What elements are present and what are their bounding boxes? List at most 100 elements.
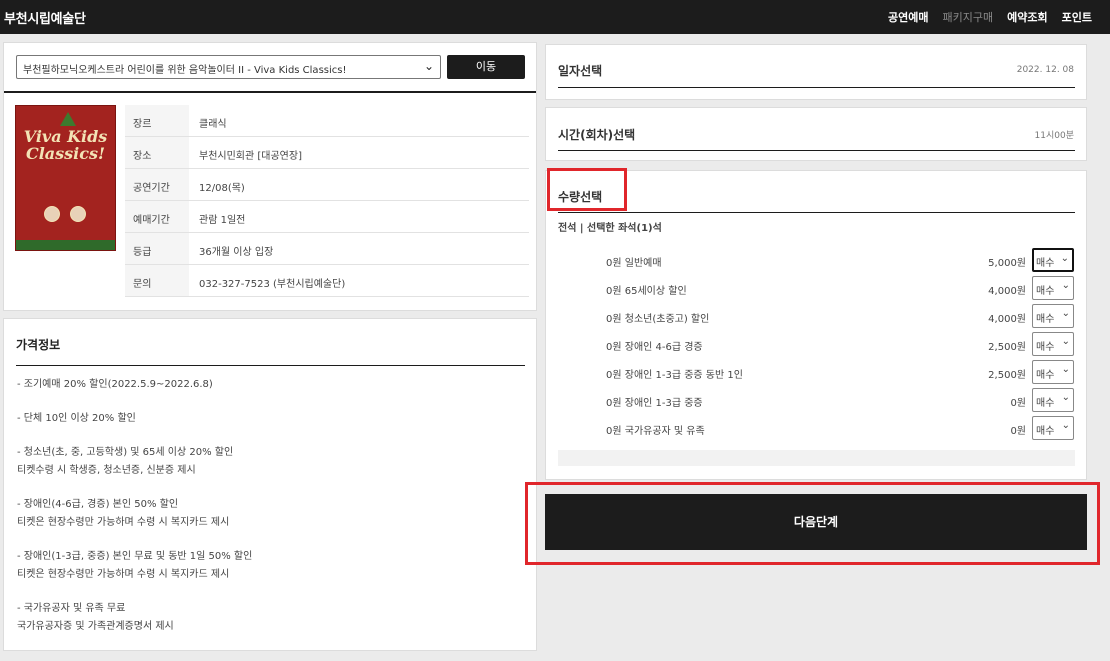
chevron-down-icon: ⌄ <box>423 59 434 73</box>
nav-reservation-lookup[interactable]: 예약조회 <box>1007 9 1047 25</box>
price-info-line: 국가유공자증 및 가족관계증명서 제시 <box>17 621 174 632</box>
ticket-price: 4,000원 <box>988 286 1026 297</box>
chevron-down-icon: ⌄ <box>1061 364 1070 375</box>
seat-summary: 전석 | 선택한 좌석(1)석 <box>558 223 662 234</box>
top-bar: 부천시립예술단 공연예매 패키지구매 예약조회 포인트 <box>0 0 1110 34</box>
price-info-line: - 장애인(1-3급, 중증) 본인 무료 및 동반 1일 50% 할인 <box>17 551 253 562</box>
chevron-down-icon: ⌄ <box>1061 392 1070 403</box>
poster-title: Viva Kids Classics! <box>23 127 108 163</box>
ticket-label: 0원 일반예매 <box>606 258 662 269</box>
chevron-down-icon: ⌄ <box>1060 253 1069 264</box>
info-value: 12/08(목) <box>199 183 245 194</box>
quantity-select[interactable]: 매수 ⌄ <box>1032 360 1074 384</box>
ticket-row: 0원 장애인 1-3급 중증 동반 1인 2,500원 매수 ⌄ <box>606 360 1074 384</box>
price-info-group: - 장애인(4-6급, 경증) 본인 50% 할인 티켓은 현장수령만 가능하며 … <box>17 496 527 532</box>
selected-date: 2022. 12. 08 <box>1016 65 1074 75</box>
ticket-row: 0원 국가유공자 및 유족 0원 매수 ⌄ <box>606 416 1074 440</box>
quantity-select[interactable]: 매수 ⌄ <box>1032 332 1074 356</box>
price-info-title: 가격정보 <box>16 338 61 352</box>
time-section-title: 시간(회차)선택 <box>558 128 636 142</box>
divider <box>16 365 525 366</box>
quantity-select[interactable]: 매수 ⌄ <box>1032 276 1074 300</box>
price-info-group: - 국가유공자 및 유족 무료국가유공자증 및 가족관계증명서 제시 <box>17 600 527 636</box>
price-info-line: - 청소년(초, 중, 고등학생) 및 65세 이상 20% 할인 <box>17 447 234 458</box>
info-value: 부천시민회관 [대공연장] <box>199 151 302 162</box>
quantity-select-value: 매수 <box>1036 426 1055 437</box>
show-select[interactable]: 부천필하모닉오케스트라 어린이를 위한 음악놀이터 II - Viva Kids… <box>16 55 441 79</box>
quantity-select-value: 매수 <box>1036 398 1055 409</box>
nav-ticket-booking[interactable]: 공연예매 <box>888 9 928 25</box>
ticket-price: 4,000원 <box>988 314 1026 325</box>
chevron-down-icon: ⌄ <box>1061 280 1070 291</box>
info-row: 장소 부천시민회관 [대공연장] <box>125 137 529 169</box>
ticket-price: 0원 <box>1010 426 1026 437</box>
price-info-line: - 국가유공자 및 유족 무료 <box>17 603 126 614</box>
info-row: 장르 클래식 <box>125 105 529 137</box>
selected-time: 11시00분 <box>1034 131 1074 141</box>
info-key: 예매기간 <box>125 201 189 232</box>
ticket-row: 0원 장애인 1-3급 중증 0원 매수 ⌄ <box>606 388 1074 412</box>
info-key: 등급 <box>125 233 189 264</box>
tree-icon <box>60 112 76 126</box>
info-value: 36개월 이상 입장 <box>199 247 274 258</box>
divider <box>558 212 1075 213</box>
nav-package[interactable]: 패키지구매 <box>943 9 994 25</box>
date-section-title: 일자선택 <box>558 64 603 78</box>
chevron-down-icon: ⌄ <box>1061 336 1070 347</box>
total-bar <box>558 450 1075 466</box>
price-info-line: - 조기예매 20% 할인(2022.5.9~2022.6.8) <box>17 379 213 390</box>
next-step-button[interactable]: 다음단계 <box>545 494 1087 550</box>
price-info-line: 티켓수령 시 학생증, 청소년증, 신분증 제시 <box>17 465 196 476</box>
info-value: 클래식 <box>199 119 227 130</box>
info-value: 관람 1일전 <box>199 215 246 226</box>
quantity-select-value: 매수 <box>1036 314 1055 325</box>
info-value: 032-327-7523 (부천시립예술단) <box>199 279 346 290</box>
nav-points[interactable]: 포인트 <box>1062 9 1092 25</box>
ticket-price: 2,500원 <box>988 342 1026 353</box>
quantity-select[interactable]: 매수 ⌄ <box>1032 248 1074 272</box>
date-section[interactable]: 일자선택 2022. 12. 08 <box>545 44 1087 100</box>
price-info-group: - 청소년(초, 중, 고등학생) 및 65세 이상 20% 할인티켓수령 시 … <box>17 444 527 480</box>
time-section[interactable]: 시간(회차)선택 11시00분 <box>545 107 1087 161</box>
ticket-row: 0원 일반예매 5,000원 매수 ⌄ <box>606 248 1074 272</box>
divider <box>4 91 536 93</box>
price-info-line: 티켓은 현장수령만 가능하며 수령 시 복지카드 제시 <box>17 569 230 580</box>
ticket-label: 0원 장애인 4-6급 경증 <box>606 342 703 353</box>
info-key: 공연기간 <box>125 169 189 200</box>
move-button[interactable]: 이동 <box>447 55 525 79</box>
ticket-label: 0원 국가유공자 및 유족 <box>606 426 705 437</box>
divider <box>558 150 1075 151</box>
ticket-price: 0원 <box>1010 398 1026 409</box>
chevron-down-icon: ⌄ <box>1061 308 1070 319</box>
price-info-group: - 조기예매 20% 할인(2022.5.9~2022.6.8) <box>17 376 527 394</box>
show-info-panel: 부천필하모닉오케스트라 어린이를 위한 음악놀이터 II - Viva Kids… <box>3 42 537 311</box>
info-key: 장소 <box>125 137 189 168</box>
quantity-select-value: 매수 <box>1036 286 1055 297</box>
performer-photo <box>70 206 86 222</box>
ticket-row: 0원 청소년(초중고) 할인 4,000원 매수 ⌄ <box>606 304 1074 328</box>
brand-title[interactable]: 부천시립예술단 <box>4 8 86 27</box>
price-info-panel: 가격정보 - 조기예매 20% 할인(2022.5.9~2022.6.8) - … <box>3 318 537 651</box>
info-row: 예매기간 관람 1일전 <box>125 201 529 233</box>
info-row: 등급 36개월 이상 입장 <box>125 233 529 265</box>
price-info-line: - 단체 10인 이상 20% 할인 <box>17 413 136 424</box>
quantity-select-value: 매수 <box>1036 342 1055 353</box>
show-poster: Viva Kids Classics! <box>15 105 116 251</box>
ticket-label: 0원 장애인 1-3급 중증 <box>606 398 703 409</box>
info-key: 문의 <box>125 265 189 296</box>
performer-photo <box>44 206 60 222</box>
quantity-select[interactable]: 매수 ⌄ <box>1032 388 1074 412</box>
quantity-select[interactable]: 매수 ⌄ <box>1032 416 1074 440</box>
ticket-price: 5,000원 <box>988 258 1026 269</box>
ticket-label: 0원 청소년(초중고) 할인 <box>606 314 710 325</box>
info-row: 공연기간 12/08(목) <box>125 169 529 201</box>
price-info-line: 티켓은 현장수령만 가능하며 수령 시 복지카드 제시 <box>17 517 230 528</box>
quantity-section-title: 수량선택 <box>558 190 603 204</box>
ticket-label: 0원 장애인 1-3급 중증 동반 1인 <box>606 370 743 381</box>
quantity-select[interactable]: 매수 ⌄ <box>1032 304 1074 328</box>
show-info-table: 장르 클래식 장소 부천시민회관 [대공연장] 공연기간 12/08(목) 예매기간 관… <box>125 105 529 297</box>
quantity-select-value: 매수 <box>1036 258 1055 269</box>
show-select-value: 부천필하모닉오케스트라 어린이를 위한 음악놀이터 II - Viva Kids… <box>23 65 347 76</box>
price-info-list: - 조기예매 20% 할인(2022.5.9~2022.6.8) - 단체 10… <box>17 376 527 652</box>
poster-footer <box>16 240 115 250</box>
